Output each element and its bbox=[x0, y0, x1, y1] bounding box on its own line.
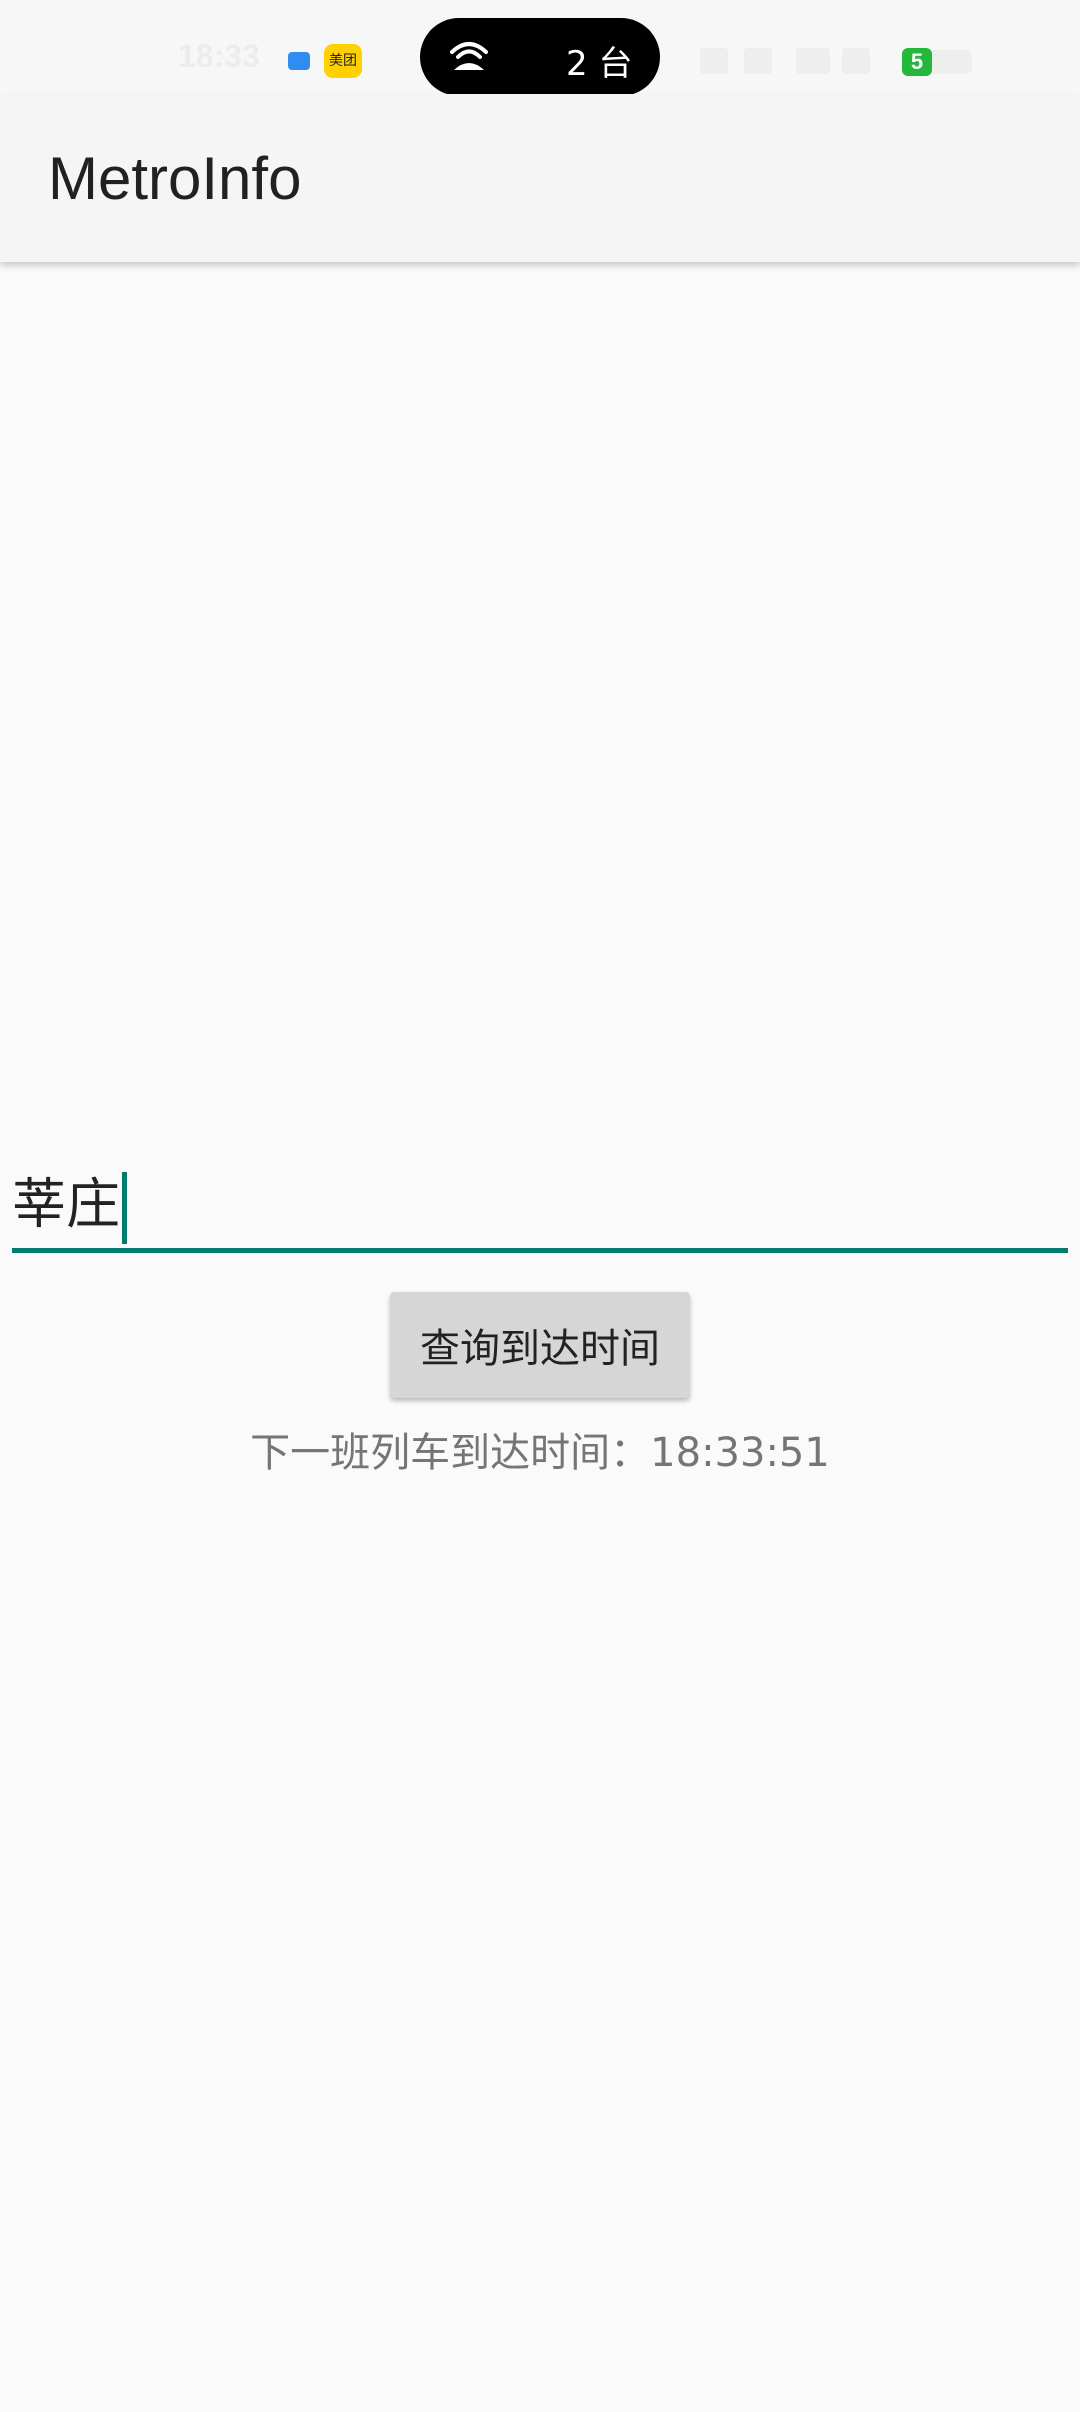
app-bar: MetroInfo bbox=[0, 94, 1080, 262]
next-train-arrival-text: 下一班列车到达时间：18:33:51 bbox=[250, 1430, 830, 1476]
dynamic-island[interactable]: 2 台 bbox=[420, 18, 660, 96]
wifi-icon bbox=[796, 48, 830, 74]
status-bar: 18:33 美团 2 台 5 bbox=[0, 0, 1080, 96]
query-arrival-time-button[interactable]: 查询到达时间 bbox=[390, 1292, 690, 1398]
broadcast-icon bbox=[450, 42, 488, 70]
notification-app-icon bbox=[288, 52, 310, 70]
status-time: 18:33 bbox=[178, 38, 260, 74]
app-title: MetroInfo bbox=[48, 145, 302, 212]
island-count-text: 2 台 bbox=[566, 44, 633, 84]
signal-icon bbox=[842, 48, 870, 74]
battery-outline bbox=[932, 50, 972, 74]
meituan-icon: 美团 bbox=[324, 44, 362, 78]
alarm-icon bbox=[700, 48, 728, 74]
battery-icon: 5 bbox=[902, 48, 932, 76]
station-input-container: 莘庄 bbox=[12, 1160, 1068, 1253]
station-input[interactable] bbox=[12, 1160, 1068, 1253]
mute-icon bbox=[744, 48, 772, 74]
